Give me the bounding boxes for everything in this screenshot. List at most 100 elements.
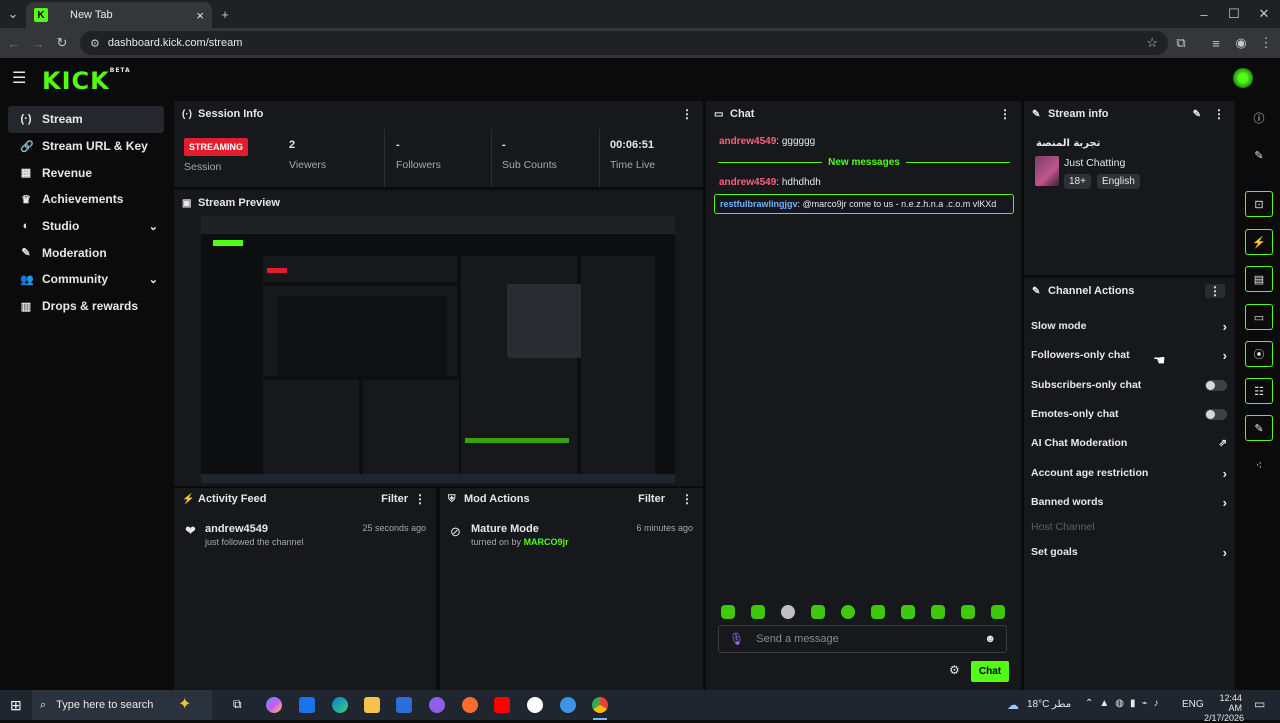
followers-only-row[interactable]: Followers-only chat ›	[1031, 342, 1227, 368]
emote-icon[interactable]	[781, 605, 795, 619]
info-icon[interactable]: ⓘ	[1245, 105, 1273, 131]
avatar[interactable]	[1233, 68, 1253, 88]
tab-search-icon[interactable]: ⌄	[2, 3, 24, 25]
new-tab-icon[interactable]: +	[214, 3, 236, 25]
obs-icon[interactable]	[527, 697, 543, 713]
emote-icon[interactable]	[991, 605, 1005, 619]
more-options-icon[interactable]: ⋮	[1205, 284, 1225, 298]
emotes-only-toggle[interactable]	[1205, 408, 1227, 420]
emote-icon[interactable]	[841, 605, 855, 619]
copilot-icon[interactable]	[266, 697, 282, 713]
back-icon[interactable]: ←	[3, 32, 25, 54]
emotes-only-row[interactable]: Emotes-only chat	[1031, 401, 1227, 427]
more-options-icon[interactable]: ⋮	[1213, 107, 1225, 121]
filter-button[interactable]: Filter	[381, 493, 408, 505]
sidebar-item-community[interactable]: 👥 Community ⌄	[8, 266, 164, 293]
extensions-icon[interactable]: ⧉	[1170, 32, 1192, 54]
tag-pill[interactable]: 18+	[1064, 174, 1091, 189]
sidebar-item-moderation[interactable]: ✎ Moderation	[8, 239, 164, 266]
banned-words-row[interactable]: Banned words ›	[1031, 489, 1227, 515]
browser-menu-icon[interactable]: ⋮	[1255, 32, 1277, 54]
reload-icon[interactable]: ↻	[51, 32, 73, 54]
system-tray-icons[interactable]: ⌃▲◍▮⌁♪	[1085, 698, 1165, 709]
edge-icon[interactable]	[332, 697, 348, 713]
media-icon[interactable]: ≡	[1205, 32, 1227, 54]
store-icon[interactable]	[396, 697, 412, 713]
weather-temp[interactable]: 18°C	[1027, 699, 1049, 710]
chrome-icon[interactable]	[592, 697, 608, 713]
filter-button[interactable]: Filter	[638, 493, 665, 505]
chat-input[interactable]: 🎙 Send a message ☻	[718, 625, 1007, 653]
notes-toggle-icon[interactable]: ▤	[1245, 266, 1273, 292]
session-info-toggle-icon[interactable]: ⊡	[1245, 191, 1273, 217]
emote-icon[interactable]	[811, 605, 825, 619]
broadcast-toggle-icon[interactable]: ⦿	[1245, 341, 1273, 367]
subscribers-only-row[interactable]: Subscribers-only chat	[1031, 372, 1227, 398]
slow-mode-row[interactable]: Slow mode ›	[1031, 313, 1227, 339]
maximize-icon[interactable]: ☐	[1223, 3, 1245, 25]
task-view-icon[interactable]: ⧉	[233, 697, 249, 713]
stream-category[interactable]: Just Chatting	[1064, 157, 1125, 169]
chat-settings-icon[interactable]: ⚙	[949, 663, 960, 677]
layout-toggle-icon[interactable]: ☷	[1245, 378, 1273, 404]
account-age-row[interactable]: Account age restriction ›	[1031, 460, 1227, 486]
emoji-icon[interactable]: ☻	[984, 633, 996, 645]
subscribers-only-toggle[interactable]	[1205, 379, 1227, 391]
browser-tab[interactable]: K New Tab ×	[26, 2, 212, 28]
more-options-icon[interactable]: ⋮	[681, 492, 693, 506]
sidebar-item-stream[interactable]: (·) Stream	[8, 106, 164, 133]
mod-action-user[interactable]: MARCO9jr	[524, 537, 569, 547]
stream-preview-video[interactable]	[201, 216, 675, 483]
sidebar-item-achievements[interactable]: ♛ Achievements	[8, 186, 164, 213]
profile-icon[interactable]: ◉	[1230, 32, 1252, 54]
ai-moderation-row[interactable]: AI Chat Moderation ⇗	[1031, 430, 1227, 456]
sidebar-item-drops-rewards[interactable]: ▥ Drops & rewards	[8, 293, 164, 320]
app-icon[interactable]	[429, 697, 445, 713]
chat-toggle-icon[interactable]: ▭	[1245, 304, 1273, 330]
app-icon[interactable]	[462, 697, 478, 713]
file-explorer-icon[interactable]	[364, 697, 380, 713]
more-options-icon[interactable]: ⋮	[999, 107, 1011, 121]
window-close-icon[interactable]: ✕	[1253, 3, 1275, 25]
emote-icon[interactable]	[721, 605, 735, 619]
microphone-icon[interactable]: 🎙	[729, 632, 744, 646]
activity-user[interactable]: andrew4549	[205, 523, 268, 535]
copilot-sparkle-icon[interactable]: ✦	[178, 694, 191, 714]
more-options-icon[interactable]: ⋮	[414, 492, 426, 506]
chat-send-button[interactable]: Chat	[971, 661, 1009, 682]
youtube-icon[interactable]	[494, 697, 510, 713]
address-bar[interactable]: ⚙ dashboard.kick.com/stream ☆	[80, 31, 1168, 55]
sidebar-item-studio[interactable]: ◐ Studio ⌄	[8, 213, 164, 240]
emote-icon[interactable]	[931, 605, 945, 619]
tab-close-icon[interactable]: ×	[196, 8, 204, 23]
sidebar-item-revenue[interactable]: ▦ Revenue	[8, 159, 164, 186]
edit-icon[interactable]: ✎	[1193, 109, 1201, 120]
notifications-icon[interactable]: ▭	[1254, 697, 1265, 711]
pencil-icon[interactable]: ✎	[1245, 142, 1273, 168]
set-goals-row[interactable]: Set goals ›	[1031, 539, 1227, 565]
minimize-icon[interactable]: –	[1193, 3, 1215, 25]
sidebar-item-stream-url-key[interactable]: 🔗 Stream URL & Key	[8, 133, 164, 160]
highlighted-chat-message[interactable]: restfulbrawlingjgv: @marco9jr come to us…	[714, 194, 1014, 214]
tag-pill[interactable]: English	[1096, 174, 1140, 189]
outlook-icon[interactable]	[299, 697, 315, 713]
chat-username[interactable]: andrew4549	[719, 177, 776, 188]
more-options-icon[interactable]: ⋮	[681, 107, 693, 121]
chat-username[interactable]: restfulbrawlingjgv	[720, 199, 798, 209]
hamburger-menu-icon[interactable]: ☰	[12, 68, 26, 88]
category-thumbnail[interactable]	[1035, 156, 1059, 186]
site-info-icon[interactable]: ⚙	[90, 37, 100, 50]
activity-toggle-icon[interactable]: ⚡	[1245, 229, 1273, 255]
tools-toggle-icon[interactable]: ✎	[1245, 415, 1273, 441]
windows-start-icon[interactable]: ⊞	[10, 697, 22, 714]
clock[interactable]: 12:44 AM 2/17/2026	[1204, 693, 1244, 723]
forward-icon[interactable]: →	[27, 32, 49, 54]
kick-logo[interactable]: KICKBETA	[42, 67, 131, 95]
chat-username[interactable]: andrew4549	[719, 136, 776, 147]
bookmark-star-icon[interactable]: ☆	[1146, 35, 1158, 51]
language-indicator[interactable]: ENG	[1182, 699, 1204, 710]
app-icon[interactable]	[560, 697, 576, 713]
more-widgets-icon[interactable]: ⁖	[1245, 452, 1273, 478]
emote-icon[interactable]	[871, 605, 885, 619]
emote-icon[interactable]	[751, 605, 765, 619]
